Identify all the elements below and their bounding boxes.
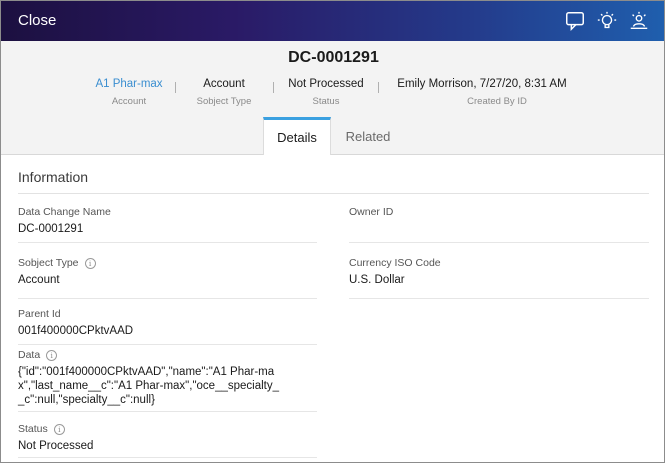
field-divider [18, 411, 317, 412]
currency-iso-item: Currency ISO Code U.S. Dollar [349, 257, 649, 287]
field-divider [18, 457, 317, 458]
status-label: Status [312, 96, 340, 107]
field-divider [18, 242, 317, 243]
info-icon[interactable]: i [84, 257, 96, 269]
parent-id-label: Parent Id [18, 308, 61, 320]
parent-id-value: 001f400000CPktvAAD [18, 325, 134, 337]
top-bar: Close [1, 1, 664, 41]
created-by-field: Emily Morrison, 7/27/20, 8:31 AM Created… [387, 78, 577, 107]
status-item-label: Status [18, 423, 48, 435]
parent-id-item: Parent Id 001f400000CPktvAAD [18, 308, 318, 338]
data-change-name-value: DC-0001291 [18, 223, 84, 235]
currency-iso-label: Currency ISO Code [349, 257, 441, 269]
account-label: Account [111, 96, 147, 107]
data-value: {"id":"001f400000CPktvAAD","name":"A1 Ph… [18, 366, 280, 406]
sobject-type-value: Account [203, 78, 245, 90]
info-icon[interactable]: i [46, 349, 58, 361]
field-divider [18, 344, 317, 345]
data-label: Data [18, 349, 41, 361]
field-separator [378, 82, 379, 93]
field-separator [273, 82, 274, 93]
sobject-type-field: Account Sobject Type [184, 78, 264, 107]
details-panel: Information Data Change Name DC-0001291 … [1, 155, 664, 462]
owner-id-item: Owner ID [349, 206, 649, 222]
tab-related[interactable]: Related [335, 117, 401, 155]
record-modal: Close DC-0001291 A1 Phar-max Account Acc… [0, 0, 665, 463]
close-button[interactable]: Close [18, 12, 56, 29]
data-item: Data i {"id":"001f400000CPktvAAD","name"… [18, 349, 280, 407]
sobject-type-item: Sobject Type i Account [18, 257, 318, 287]
info-icon[interactable]: i [53, 423, 65, 435]
created-by-value: Emily Morrison, 7/27/20, 8:31 AM [397, 78, 567, 90]
tab-details[interactable]: Details [263, 117, 331, 155]
field-divider [349, 298, 649, 299]
account-field: A1 Phar-max Account [79, 78, 179, 107]
field-separator [175, 82, 176, 93]
status-field: Not Processed Status [276, 78, 376, 107]
status-value: Not Processed [288, 78, 364, 90]
data-change-name-label: Data Change Name [18, 206, 111, 218]
currency-iso-value: U.S. Dollar [349, 274, 405, 286]
section-divider [18, 193, 649, 194]
highlight-fields: A1 Phar-max Account Account Sobject Type… [1, 78, 664, 112]
section-title[interactable]: Information [18, 169, 88, 185]
created-by-label: Created By ID [467, 96, 527, 107]
field-divider [349, 242, 649, 243]
sobject-type-label: Sobject Type [196, 96, 252, 107]
sobject-type-item-label: Sobject Type [18, 257, 79, 269]
account-link[interactable]: A1 Phar-max [79, 78, 179, 90]
record-header: DC-0001291 A1 Phar-max Account Account S… [1, 41, 664, 155]
top-icon-group [564, 1, 664, 41]
field-divider [18, 298, 317, 299]
sunrise-user-icon[interactable] [628, 10, 650, 32]
status-item-value: Not Processed [18, 440, 94, 452]
record-title: DC-0001291 [288, 49, 379, 66]
owner-id-label: Owner ID [349, 206, 394, 218]
data-change-name-item: Data Change Name DC-0001291 [18, 206, 318, 236]
lightbulb-icon[interactable] [596, 10, 618, 32]
tab-bar: Details Related [1, 117, 664, 155]
sobject-type-item-value: Account [18, 274, 60, 286]
chat-icon[interactable] [564, 10, 586, 32]
status-item: Status i Not Processed [18, 423, 318, 453]
